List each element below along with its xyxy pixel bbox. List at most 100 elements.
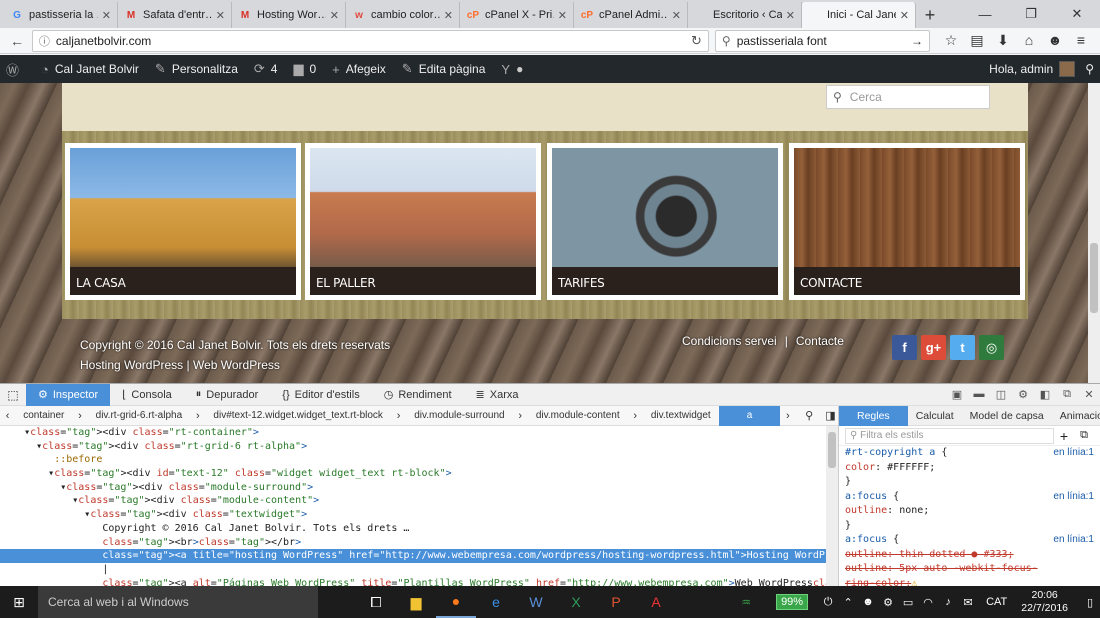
tab-network[interactable]: ≣ Xarxa [464, 384, 531, 406]
filter-styles-input[interactable]: ⚲ Filtra els estils [845, 427, 1054, 444]
search-value[interactable]: pastisseriala font [737, 34, 911, 48]
clock[interactable]: 20:06 22/7/2016 [1021, 589, 1068, 615]
chat-icon[interactable]: ☻ [1042, 32, 1068, 49]
close-tab-icon[interactable]: ✕ [558, 9, 567, 22]
markup-node[interactable]: ▾class="tag"><div class="rt-grid-6 rt-al… [0, 440, 826, 454]
site-search-input[interactable]: ⚲ Cerca [826, 85, 990, 109]
markup-node[interactable]: Copyright © 2016 Cal Janet Bolvir. Tots … [0, 522, 826, 536]
browser-search-box[interactable]: ⚲ pastisseriala font → [714, 29, 930, 52]
edge-icon[interactable]: e [476, 586, 516, 618]
language-indicator[interactable]: CAT [986, 596, 1007, 608]
facebook-icon[interactable]: f [892, 335, 917, 360]
markup-node[interactable]: class="tag"><a title="hosting WordPress"… [0, 549, 826, 563]
tab-inspector[interactable]: ⚙ Inspector [26, 383, 111, 406]
rule-declaration[interactable]: color: #FFFFFF; [845, 461, 1094, 476]
breadcrumb-item[interactable]: div.textwidget [643, 410, 719, 421]
card-caption[interactable]: LA CASA [70, 267, 296, 295]
comments-button[interactable]: ▆ 0 [293, 61, 316, 77]
new-tab-button[interactable]: + [916, 2, 944, 28]
markup-node[interactable]: ▾class="tag"><div id="text-12" class="wi… [0, 467, 826, 481]
close-tab-icon[interactable]: ✕ [786, 9, 795, 22]
browser-tab[interactable]: Inici - Cal Janet B… ✕ [802, 2, 916, 28]
chevron-right-icon[interactable]: › [780, 410, 795, 422]
scrollbar-thumb[interactable] [1090, 243, 1098, 313]
windows-start-icon[interactable]: ⊞ [0, 594, 38, 611]
tab-box-model[interactable]: Model de capsa [962, 406, 1052, 426]
bookmark-star-icon[interactable]: ☆ [938, 32, 964, 49]
scrollbar-thumb[interactable] [828, 432, 836, 468]
pseudo-class-icon[interactable]: ⧉ [1074, 429, 1094, 442]
rule-declaration[interactable]: outline: none; [845, 504, 1094, 519]
restore-icon[interactable]: ❐ [1008, 6, 1054, 22]
site-info-icon[interactable]: ⓘ [39, 33, 50, 49]
network-settings-icon[interactable]: ⚙ [878, 596, 898, 609]
close-window-icon[interactable]: ✕ [1054, 6, 1100, 22]
tripadvisor-icon[interactable]: ◎ [979, 335, 1004, 360]
close-tab-icon[interactable]: ✕ [102, 9, 111, 22]
close-tab-icon[interactable]: ✕ [444, 9, 453, 22]
markup-node[interactable]: ::before [0, 453, 826, 467]
breadcrumb-item[interactable]: div.module-surround [406, 410, 512, 421]
card-caption[interactable]: EL PALLER [310, 267, 536, 295]
hosting-wordpress-link[interactable]: Hosting WordPress [80, 358, 183, 372]
browser-tab[interactable]: M Hosting Wor… ✕ [232, 2, 346, 28]
minimize-icon[interactable]: — [962, 7, 1008, 22]
tab-performance[interactable]: ◷ Rendiment [372, 384, 464, 406]
markup-scrollbar[interactable] [826, 426, 838, 587]
tab-style-editor[interactable]: {} Editor d'estils [270, 384, 371, 406]
site-name-button[interactable]: ◔ Cal Janet Bolvir [41, 62, 139, 77]
close-tab-icon[interactable]: ✕ [216, 9, 225, 22]
split-icon[interactable]: ◧ [1034, 388, 1056, 401]
address-bar[interactable]: ⓘ caljanetbolvir.com ↻ [31, 29, 709, 52]
breadcrumb-item-selected[interactable]: a [718, 405, 781, 426]
tab-console[interactable]: ⌊ Consola [110, 384, 184, 406]
menu-icon[interactable]: ≡ [1068, 32, 1094, 49]
task-view-icon[interactable]: ⧠ [356, 586, 396, 618]
volume-icon[interactable]: ♪ [938, 596, 958, 608]
chevron-left-icon[interactable]: ‹ [0, 410, 15, 422]
card-caption[interactable]: TARIFES [552, 267, 778, 295]
firefox-icon[interactable]: ● [436, 586, 476, 618]
message-icon[interactable]: ✉ [958, 596, 978, 609]
battery-indicator[interactable]: 99% [776, 594, 809, 610]
edit-page-button[interactable]: ✎ Edita pàgina [402, 61, 486, 77]
yoast-seo-button[interactable]: Y ● [501, 62, 523, 77]
reload-icon[interactable]: ↻ [691, 33, 702, 49]
overridden-declaration[interactable]: outline: thin dotted ● #333; [845, 548, 1094, 563]
reading-list-icon[interactable]: ▤ [964, 32, 990, 49]
wooden-door-photo[interactable] [794, 148, 1020, 272]
google-plus-icon[interactable]: g+ [921, 335, 946, 360]
url-text[interactable]: caljanetbolvir.com [56, 34, 691, 48]
browser-tab[interactable]: cP cPanel Admi… ✕ [574, 2, 688, 28]
house-photo[interactable] [70, 148, 296, 272]
settings-icon[interactable]: ⚙ [1012, 388, 1034, 401]
rule-close[interactable]: } [845, 519, 1094, 534]
markup-node[interactable]: | [0, 563, 826, 577]
browser-tab[interactable]: Gpastisseria la … ✕ [4, 2, 118, 28]
back-arrow-icon[interactable]: ← [6, 33, 28, 49]
rule-selector[interactable]: a:focus {en línia:1 [845, 533, 1094, 548]
markup-node[interactable]: ▾class="tag"><div class="rt-container"> [0, 426, 826, 440]
word-icon[interactable]: W [516, 586, 556, 618]
chevron-up-icon[interactable]: ⌃ [838, 596, 858, 609]
sidebar-toggle-icon[interactable]: ◨ [823, 409, 838, 422]
file-explorer-icon[interactable]: ▆ [396, 586, 436, 618]
monitor-icon[interactable]: ▭ [898, 596, 918, 609]
download-icon[interactable]: ⬇ [990, 32, 1016, 49]
add-rule-icon[interactable]: + [1054, 428, 1074, 444]
responsive-icon[interactable]: ◫ [990, 388, 1012, 401]
markup-node[interactable]: class="tag"><br>class="tag"></br> [0, 536, 826, 550]
breadcrumb-item[interactable]: container [15, 410, 72, 421]
updates-button[interactable]: ⟳ 4 [254, 61, 278, 77]
close-tab-icon[interactable]: ✕ [672, 9, 681, 22]
acrobat-icon[interactable]: A [636, 586, 676, 618]
greeting-label[interactable]: Hola, admin [989, 62, 1053, 76]
undock-icon[interactable]: ⧉ [1056, 388, 1078, 401]
browser-tab[interactable]: Escritorio ‹ Cal Ja… ✕ [688, 2, 802, 28]
browser-tab[interactable]: cP cPanel X - Pri… ✕ [460, 2, 574, 28]
browser-tab[interactable]: w cambio color… ✕ [346, 2, 460, 28]
rule-selector[interactable]: a:focus {en línia:1 [845, 490, 1094, 505]
layout-icon[interactable]: ▣ [946, 388, 968, 401]
admin-search-icon[interactable]: ⚲ [1085, 62, 1094, 76]
taskbar-search-input[interactable]: Cerca al web i al Windows [38, 586, 318, 618]
